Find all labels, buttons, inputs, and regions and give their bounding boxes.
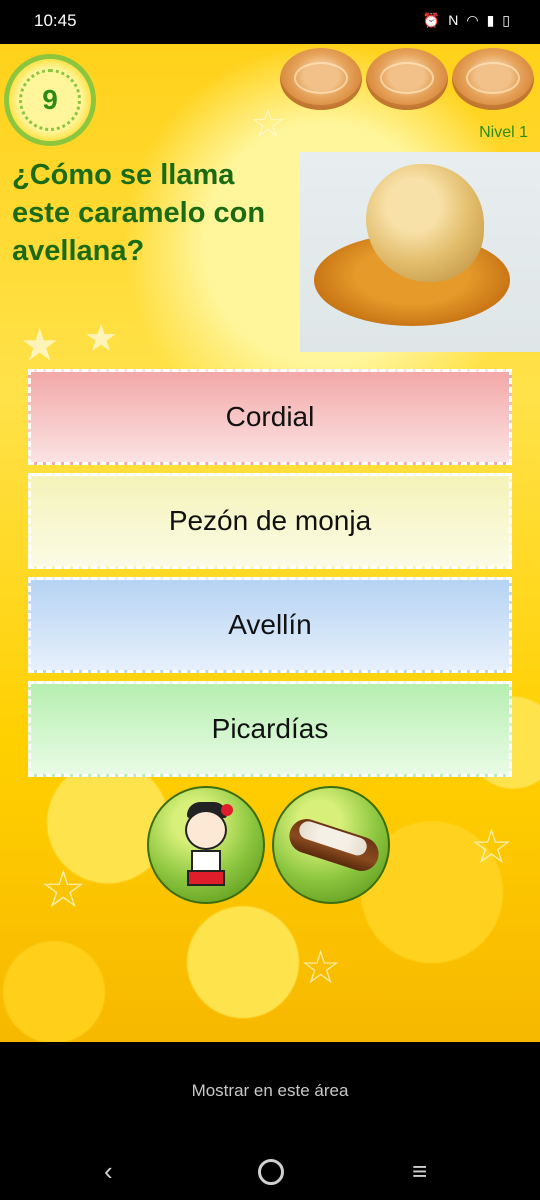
countdown-timer: 9 bbox=[4, 54, 96, 146]
skirt-shape bbox=[187, 870, 225, 886]
lives-indicator bbox=[280, 48, 534, 110]
home-icon[interactable] bbox=[258, 1159, 284, 1185]
ad-label: Mostrar en este área bbox=[191, 1081, 349, 1100]
head-shape bbox=[185, 810, 227, 850]
status-bar: 10:45 ⏰ N ◠ ▮ ▯ bbox=[0, 0, 540, 44]
star-decoration: ☆ bbox=[300, 941, 342, 993]
timer-value: 9 bbox=[42, 84, 58, 115]
candy-photo bbox=[300, 152, 540, 352]
back-icon[interactable]: ‹ bbox=[104, 1158, 113, 1184]
star-decoration: ☆ bbox=[470, 821, 514, 874]
pastry-life-icon bbox=[280, 48, 362, 110]
star-decoration: ☆ bbox=[250, 102, 286, 146]
status-time: 10:45 bbox=[34, 11, 77, 30]
alarm-icon: ⏰ bbox=[422, 12, 441, 28]
flower-shape bbox=[221, 804, 233, 816]
ad-banner[interactable]: Mostrar en este área bbox=[0, 1042, 540, 1140]
nfc-icon: N bbox=[448, 12, 459, 28]
answer-button-3[interactable]: Avellín bbox=[28, 577, 512, 673]
recents-icon[interactable]: ≡ bbox=[412, 1158, 427, 1184]
pastry-helper-icon bbox=[284, 814, 384, 876]
answer-button-4[interactable]: Picardías bbox=[28, 681, 512, 777]
character-helper-button[interactable] bbox=[147, 786, 265, 904]
navigation-bar: ‹ ≡ bbox=[0, 1140, 540, 1200]
wifi-icon: ◠ bbox=[466, 12, 479, 28]
question-text: ¿Cómo se llama este caramelo con avellan… bbox=[12, 159, 266, 267]
answer-button-1[interactable]: Cordial bbox=[28, 369, 512, 465]
character-helper-icon bbox=[175, 802, 241, 892]
status-icons: ⏰ N ◠ ▮ ▯ bbox=[423, 10, 510, 30]
signal-icon: ▮ bbox=[486, 12, 495, 28]
star-decoration: ★ bbox=[20, 321, 60, 370]
pastry-life-icon bbox=[452, 48, 534, 110]
game-area: ★ ★ ☆ ☆ ☆ ☆ 9 Nivel 1 ¿Cómo se llama est… bbox=[0, 44, 540, 1042]
star-decoration: ☆ bbox=[40, 861, 87, 919]
battery-icon: ▯ bbox=[502, 12, 510, 28]
level-label: Nivel 1 bbox=[479, 124, 528, 141]
pastry-helper-button[interactable] bbox=[272, 786, 390, 904]
pastry-life-icon bbox=[366, 48, 448, 110]
star-decoration: ★ bbox=[84, 318, 119, 360]
answer-button-2[interactable]: Pezón de monja bbox=[28, 473, 512, 569]
